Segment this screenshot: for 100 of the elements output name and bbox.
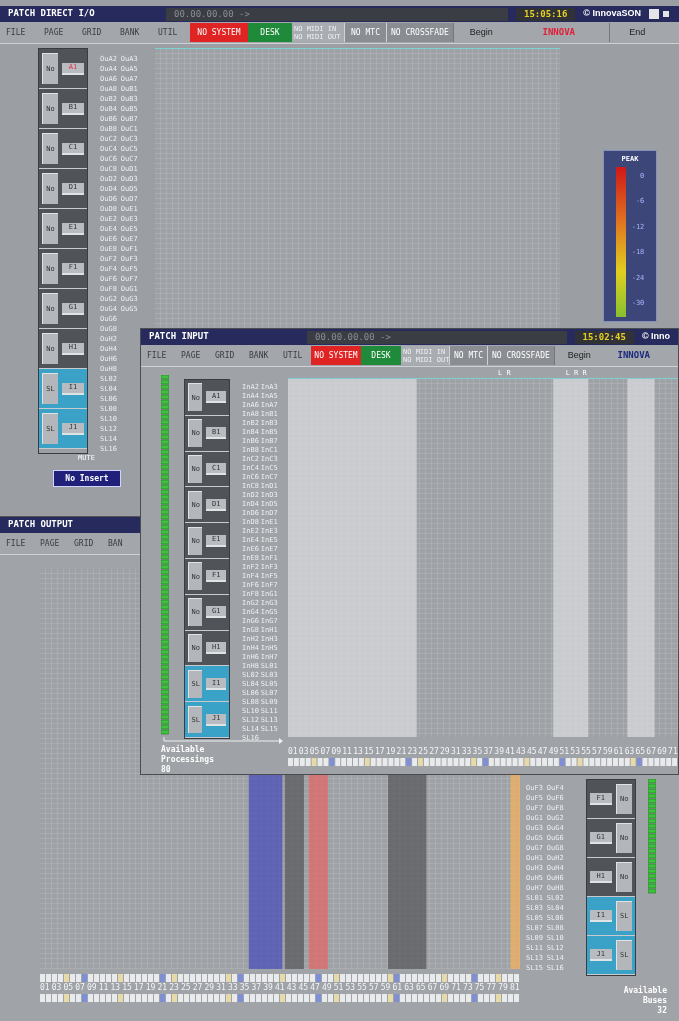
- channel-number: 29: [204, 983, 215, 993]
- timecode-display: 00.00.00.00 ->: [166, 7, 508, 21]
- channel-number: 53: [345, 983, 356, 993]
- status-indicator: DESK: [361, 346, 401, 365]
- channel-number: 05: [309, 747, 320, 757]
- channel-number: 73: [463, 983, 473, 993]
- channel-number: 61: [392, 983, 403, 993]
- channel-number: 63: [624, 747, 635, 757]
- channel-number: 09: [331, 747, 342, 757]
- channel-number: 47: [310, 983, 320, 993]
- channel-number: 71: [451, 983, 461, 993]
- channel-number: 51: [559, 747, 570, 757]
- menu-item[interactable]: BANK: [114, 26, 152, 39]
- menu-item[interactable]: BANK: [243, 349, 277, 362]
- channel-number: 31: [450, 747, 461, 757]
- menu-item[interactable]: PAGE: [34, 537, 68, 550]
- channel-number: 81: [510, 983, 520, 993]
- channel-number: 01: [40, 983, 50, 993]
- channel-number: 49: [322, 983, 332, 993]
- channel-number: 55: [581, 747, 591, 757]
- menu-item[interactable]: FILE: [0, 537, 34, 550]
- channel-number: 63: [404, 983, 414, 993]
- channel-number: 27: [429, 747, 439, 757]
- status-indicator: DESK: [248, 23, 292, 42]
- channel-number: 03: [298, 747, 309, 757]
- menu-item[interactable]: UTIL: [152, 26, 190, 39]
- channel-number: 41: [275, 983, 285, 993]
- channel-number: 25: [418, 747, 428, 757]
- status-indicator: NO MTC: [344, 23, 386, 42]
- channel-number: 05: [63, 983, 74, 993]
- channel-number: 09: [87, 983, 97, 993]
- channel-number: 15: [122, 983, 132, 993]
- channel-number: 57: [592, 747, 602, 757]
- channel-number: 43: [516, 747, 526, 757]
- channel-number: 21: [157, 983, 168, 993]
- channel-number: 39: [263, 983, 273, 993]
- insert-button[interactable]: No Insert: [53, 470, 121, 487]
- window-title: PATCH OUTPUT: [8, 518, 75, 532]
- menu-item[interactable]: BAN: [102, 537, 136, 550]
- channel-number: 43: [286, 983, 297, 993]
- menu-item[interactable]: GRID: [209, 349, 243, 362]
- available-count: 32: [657, 1006, 667, 1016]
- available-label: Available Processings: [161, 745, 215, 765]
- channel-number: 49: [548, 747, 559, 757]
- channel-number: 15: [364, 747, 374, 757]
- available-count: 80: [161, 765, 172, 774]
- menu-item[interactable]: FILE: [141, 349, 175, 362]
- timecode-display: 00.00.00.00 ->: [307, 330, 567, 344]
- channel-number: 01: [288, 747, 298, 757]
- menu-item[interactable]: UTIL: [277, 349, 311, 362]
- channel-number: 23: [407, 747, 418, 757]
- menu-item[interactable]: PAGE: [175, 349, 209, 362]
- channel-number: 47: [537, 747, 548, 757]
- clock-display: 15:05:16: [516, 7, 576, 21]
- channel-number: 21: [396, 747, 407, 757]
- window-title: PATCH DIRECT I/O: [8, 7, 96, 21]
- channel-number: 57: [369, 983, 379, 993]
- channel-number: 39: [494, 747, 504, 757]
- brand-label: © InnovaSON: [583, 7, 641, 21]
- channel-number: 27: [192, 983, 203, 993]
- channel-number: 35: [472, 747, 483, 757]
- channel-number: 69: [439, 983, 450, 993]
- channel-number: 13: [110, 983, 121, 993]
- channel-number: 33: [228, 983, 238, 993]
- status-indicator: NO MTC: [449, 346, 487, 365]
- channel-number: 03: [51, 983, 62, 993]
- status-indicator: NO CROSSFADE: [487, 346, 554, 365]
- channel-number: 35: [239, 983, 250, 993]
- channel-number: 69: [657, 747, 667, 757]
- channel-number: 17: [134, 983, 144, 993]
- status-label: Begin: [452, 23, 509, 42]
- available-label: Available Buses: [622, 986, 667, 1006]
- status-indicator: NO SYSTEM: [311, 346, 361, 365]
- channel-number: 33: [461, 747, 472, 757]
- channel-number: 59: [602, 747, 613, 757]
- channel-number: 37: [251, 983, 262, 993]
- menu-item[interactable]: GRID: [68, 537, 102, 550]
- brand-label: © Inno: [641, 330, 670, 344]
- channel-number: 31: [216, 983, 226, 993]
- channel-number: 59: [380, 983, 391, 993]
- menu-item[interactable]: GRID: [76, 26, 114, 39]
- channel-number: 45: [526, 747, 537, 757]
- menu-item[interactable]: PAGE: [38, 26, 76, 39]
- channel-number: 79: [498, 983, 508, 993]
- window-title: PATCH INPUT: [149, 330, 210, 344]
- channel-number: 55: [357, 983, 367, 993]
- channel-number: 75: [474, 983, 485, 993]
- close-icon[interactable]: [661, 9, 671, 19]
- brand-logo: INNOVA: [616, 348, 652, 362]
- channel-number: 65: [416, 983, 426, 993]
- channel-number: 13: [353, 747, 363, 757]
- status-indicator: NO SYSTEM: [190, 23, 248, 42]
- channel-number: 25: [181, 983, 191, 993]
- channel-number: 11: [342, 747, 352, 757]
- status-label: Begin: [553, 346, 604, 365]
- menu-item[interactable]: FILE: [0, 26, 38, 39]
- channel-number: 19: [385, 747, 396, 757]
- channel-number: 51: [333, 983, 344, 993]
- channel-number: 67: [646, 747, 656, 757]
- channel-number: 19: [145, 983, 156, 993]
